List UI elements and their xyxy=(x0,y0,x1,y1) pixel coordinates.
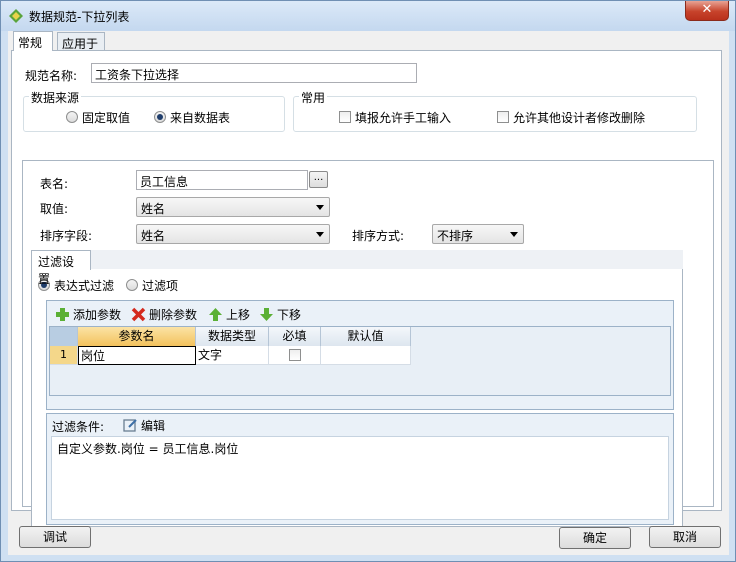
sort-field-select[interactable]: 姓名 xyxy=(136,224,330,244)
sort-mode-selected: 不排序 xyxy=(437,229,474,243)
spec-name-label: 规范名称: xyxy=(25,69,78,83)
app-diamond-icon xyxy=(9,9,23,23)
delete-parameter-label: 删除参数 xyxy=(149,308,198,322)
cell-default[interactable] xyxy=(321,346,411,365)
edit-condition-label: 编辑 xyxy=(141,419,166,433)
chevron-down-icon xyxy=(510,232,518,237)
debug-button[interactable]: 调试 xyxy=(19,526,91,548)
radio-fixed-values-label: 固定取值 xyxy=(82,111,131,125)
dialog-window: 数据规范-下拉列表 ✕ 常规 应用于 规范名称: 工资条下拉选择 数据来源 固定… xyxy=(0,0,736,562)
sort-field-label: 排序字段: xyxy=(40,229,93,243)
checkbox-allow-other-designers-label: 允许其他设计者修改删除 xyxy=(513,111,646,125)
condition-label: 过滤条件: xyxy=(52,420,105,434)
radio-from-table-label: 来自数据表 xyxy=(170,111,231,125)
checkbox-allow-manual-input[interactable] xyxy=(339,111,351,123)
sort-mode-select[interactable]: 不排序 xyxy=(432,224,524,244)
column-header-default[interactable]: 默认值 xyxy=(321,327,411,346)
radio-fixed-values[interactable] xyxy=(66,111,78,123)
move-up-button[interactable]: 上移 xyxy=(208,306,250,323)
cell-required[interactable] xyxy=(269,346,321,365)
checkbox-allow-other-designers[interactable] xyxy=(497,111,509,123)
sort-mode-label: 排序方式: xyxy=(352,229,405,243)
checkbox-allow-manual-input-label: 填报允许手工输入 xyxy=(355,111,452,125)
plus-icon xyxy=(56,308,69,321)
general-panel: 规范名称: 工资条下拉选择 数据来源 固定取值 来自数据表 常用 填报允许手工输… xyxy=(11,50,722,527)
condition-area: 过滤条件: 编辑 自定义参数.岗位 = 员工信息.岗位 xyxy=(46,413,674,525)
arrow-up-icon xyxy=(209,308,222,321)
spec-name-input[interactable]: 工资条下拉选择 xyxy=(91,63,417,83)
radio-filter-items-label: 过滤项 xyxy=(142,279,179,293)
edit-condition-button[interactable]: 编辑 xyxy=(123,417,165,434)
arrow-down-icon xyxy=(260,308,273,321)
tab-filter-settings[interactable]: 过滤设置 xyxy=(31,250,91,286)
filter-tab-strip xyxy=(91,250,683,270)
add-parameter-label: 添加参数 xyxy=(73,308,122,322)
cell-param-name[interactable]: 岗位 xyxy=(78,346,196,365)
close-button[interactable]: ✕ xyxy=(685,1,729,21)
radio-from-table[interactable] xyxy=(154,111,166,123)
condition-textarea[interactable]: 自定义参数.岗位 = 员工信息.岗位 xyxy=(51,436,669,520)
sort-field-selected: 姓名 xyxy=(141,229,166,243)
value-field-selected: 姓名 xyxy=(141,202,166,216)
required-checkbox[interactable] xyxy=(289,349,301,361)
tab-general[interactable]: 常规 xyxy=(13,31,53,51)
move-down-label: 下移 xyxy=(277,308,302,322)
browse-table-button[interactable]: ... xyxy=(309,171,328,188)
delete-parameter-button[interactable]: 删除参数 xyxy=(131,306,197,323)
parameters-area: 添加参数 删除参数 上移 下移 参数名 数据类型 必填 默认值 1 岗位 文字 xyxy=(46,300,674,410)
value-field-label: 取值: xyxy=(40,202,69,216)
cell-data-type[interactable]: 文字 xyxy=(196,346,269,365)
move-up-label: 上移 xyxy=(226,308,251,322)
value-field-select[interactable]: 姓名 xyxy=(136,197,330,217)
ok-button[interactable]: 确定 xyxy=(559,527,631,549)
move-down-button[interactable]: 下移 xyxy=(259,306,301,323)
dialog-client: 常规 应用于 规范名称: 工资条下拉选择 数据来源 固定取值 来自数据表 常用 … xyxy=(8,31,729,555)
delete-x-icon xyxy=(131,307,146,322)
row-number: 1 xyxy=(50,346,78,365)
tab-apply-to[interactable]: 应用于 xyxy=(57,32,105,51)
table-name-label: 表名: xyxy=(40,177,69,191)
filter-panel: 表达式过滤 过滤项 添加参数 删除参数 上移 下移 参数名 数据类型 必填 默认… xyxy=(31,269,683,527)
column-header-data-type[interactable]: 数据类型 xyxy=(196,327,269,346)
edit-pencil-icon xyxy=(123,419,137,432)
data-source-group: 数据来源 固定取值 来自数据表 xyxy=(23,89,285,132)
grid-corner xyxy=(50,327,78,346)
data-source-title: 数据来源 xyxy=(29,89,82,106)
radio-filter-items[interactable] xyxy=(126,279,138,291)
common-group: 常用 填报允许手工输入 允许其他设计者修改删除 xyxy=(293,89,697,132)
chevron-down-icon xyxy=(316,205,324,210)
table-name-input[interactable]: 员工信息 xyxy=(136,170,308,190)
chevron-down-icon xyxy=(316,232,324,237)
add-parameter-button[interactable]: 添加参数 xyxy=(55,306,121,323)
close-icon: ✕ xyxy=(701,2,713,17)
column-header-param-name[interactable]: 参数名 xyxy=(78,327,196,346)
parameters-grid: 参数名 数据类型 必填 默认值 1 岗位 文字 xyxy=(49,326,671,396)
cancel-button[interactable]: 取消 xyxy=(649,526,721,548)
title-bar[interactable]: 数据规范-下拉列表 ✕ xyxy=(1,1,735,31)
window-title: 数据规范-下拉列表 xyxy=(29,10,130,24)
common-title: 常用 xyxy=(299,89,328,106)
column-header-required[interactable]: 必填 xyxy=(269,327,321,346)
parameters-toolbar: 添加参数 删除参数 上移 下移 xyxy=(47,301,673,327)
radio-expression-filter-label: 表达式过滤 xyxy=(54,279,115,293)
table-settings-panel: 表名: 员工信息 ... 取值: 姓名 排序字段: 姓名 排序方式: 不排序 过… xyxy=(22,160,714,527)
